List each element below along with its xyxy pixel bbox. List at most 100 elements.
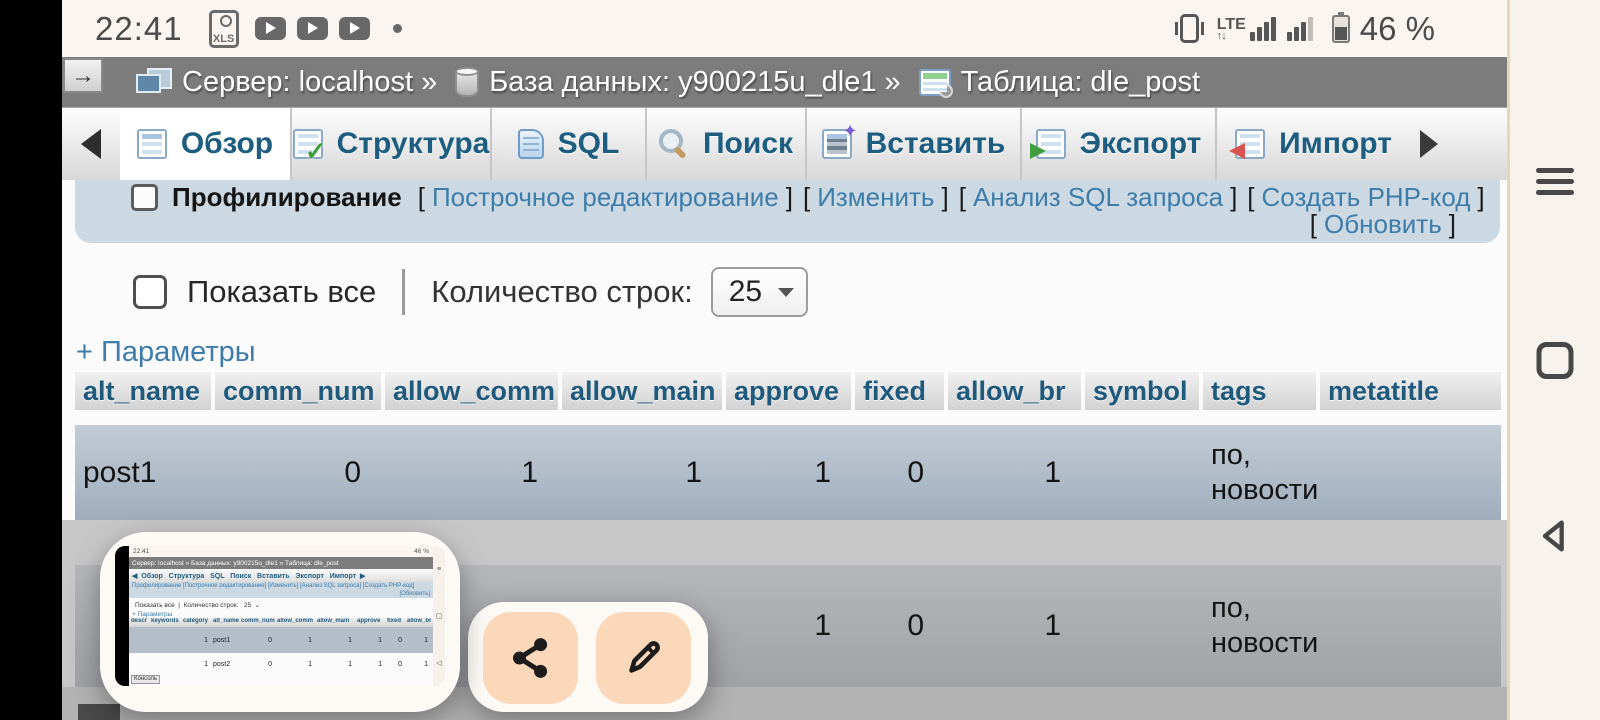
notification-dot — [393, 24, 402, 33]
column-header-allow_comm[interactable]: allow_comm — [385, 372, 558, 410]
database-icon — [455, 67, 479, 97]
youtube-icon — [297, 17, 328, 40]
clock: 22:41 — [95, 10, 183, 48]
rows-count-label: Количество строк: — [431, 274, 692, 310]
breadcrumb-link[interactable]: Сервер: localhost — [182, 66, 413, 99]
cell-approve: 1 — [726, 456, 851, 490]
cell-allow_br: 1 — [948, 609, 1081, 643]
cell-fixed: 0 — [855, 609, 944, 643]
column-header-alt_name[interactable]: alt_name — [75, 372, 211, 410]
edit-button[interactable] — [596, 612, 691, 704]
action-link[interactable]: Обновить — [1324, 209, 1442, 240]
recents-icon[interactable] — [1537, 342, 1574, 379]
bracket: ] — [1477, 182, 1484, 212]
breadcrumb-link[interactable]: Таблица: dle_post — [961, 66, 1200, 99]
youtube-icon — [339, 17, 370, 40]
mini-table-row: 1post2011101 — [129, 653, 433, 675]
tab-browse[interactable]: Обзор — [120, 108, 290, 180]
mini-android-nav: ≡▢◁ — [433, 546, 445, 686]
tab-label: Импорт — [1279, 127, 1392, 161]
bracket: [ — [803, 182, 810, 212]
table-header-row: alt_namecomm_numallow_commallow_mainappr… — [75, 372, 1501, 410]
cell-fixed: 0 — [855, 456, 944, 490]
actions-line: Профилирование [ Построчное редактировани… — [131, 180, 1485, 214]
menu-icon[interactable] — [1536, 162, 1574, 201]
column-header-comm_num[interactable]: comm_num — [215, 372, 381, 410]
breadcrumb: → Сервер: localhost »База данных: y900215… — [62, 57, 1507, 107]
column-header-fixed[interactable]: fixed — [855, 372, 944, 410]
vibrate-icon — [1180, 14, 1199, 43]
mini-table-row: 1post1011101 — [129, 627, 433, 653]
table-row: post1011101по, новости — [75, 425, 1501, 520]
rows-count-select[interactable]: 25 — [711, 267, 808, 317]
mini-camera-cutout — [115, 546, 129, 686]
scroll-tabs-left-icon[interactable] — [62, 108, 120, 180]
mini-cell: 1 — [181, 637, 211, 644]
mini-cell: 1 — [275, 661, 315, 668]
mini-cell: 1 — [405, 661, 431, 668]
column-header-symbol[interactable]: symbol — [1085, 372, 1199, 410]
tab-import[interactable]: Импорт — [1215, 108, 1410, 180]
mini-status-bar: 22:41 46 % — [129, 546, 433, 557]
mini-results-controls: Показать все | Количество строк: 25 ⌄ — [129, 598, 433, 611]
column-header-allow_br[interactable]: allow_br — [948, 372, 1081, 410]
action-link[interactable]: Изменить — [817, 182, 934, 212]
phone-screen: 22:41 XLS LTE↑↓ 46 % → Сервер: localhost… — [0, 0, 1600, 720]
screenshot-thumbnail[interactable]: 22:41 46 % Сервер: localhost » База данн… — [115, 546, 445, 686]
mini-column-header: fixed — [385, 618, 405, 627]
mini-table-header: descrkeywordscategoryalt_namecomm_numall… — [129, 618, 433, 627]
structure-icon — [293, 129, 323, 159]
panel-toggle-button[interactable]: → — [63, 58, 103, 93]
mini-column-header: allow_br — [405, 618, 431, 627]
mini-cell: 1 — [315, 661, 355, 668]
browse-icon — [137, 129, 167, 159]
mini-column-header: approve — [355, 618, 385, 627]
mini-cell: 1 — [181, 661, 211, 668]
cell-alt_name: post1 — [75, 456, 211, 490]
action-link[interactable]: Построчное редактирование — [432, 182, 779, 212]
bracket: ] — [1449, 209, 1456, 240]
mini-cell: 0 — [239, 661, 275, 668]
mini-actions-line: Профилирование [Построчное редактировани… — [132, 582, 430, 590]
scroll-tabs-right-icon[interactable] — [1420, 130, 1438, 158]
cell-allow_br: 1 — [948, 456, 1081, 490]
xls-file-notification-icon: XLS — [209, 10, 239, 48]
tab-bar: Обзор Структура SQL ПоискВставить Экспорт Имп… — [62, 107, 1507, 180]
tab-export[interactable]: Экспорт — [1020, 108, 1215, 180]
mini-cell: post1 — [211, 637, 239, 644]
android-nav-bar — [1507, 0, 1600, 720]
column-header-approve[interactable]: approve — [726, 372, 851, 410]
tab-sql[interactable]: SQL — [490, 108, 645, 180]
options-toggle-link[interactable]: + Параметры — [76, 336, 256, 369]
tab-insert[interactable]: Вставить — [805, 108, 1020, 180]
column-header-metatitle[interactable]: metatitle — [1320, 372, 1501, 410]
tab-search[interactable]: Поиск — [645, 108, 805, 180]
profiling-checkbox[interactable] — [131, 184, 158, 211]
breadcrumb-separator: » — [884, 66, 900, 99]
tab-list: Обзор Структура SQL ПоискВставить Экспорт Имп… — [120, 108, 1410, 180]
mini-cell: 0 — [385, 661, 405, 668]
mini-refresh-line: [Обновить] — [132, 590, 430, 598]
tab-label: Экспорт — [1080, 127, 1202, 161]
profiling-label: Профилирование — [172, 182, 402, 213]
action-link[interactable]: Анализ SQL запроса — [973, 182, 1223, 212]
tab-label: Структура — [337, 127, 490, 161]
tab-structure[interactable]: Структура — [290, 108, 490, 180]
mini-clock: 22:41 — [133, 548, 149, 555]
xls-badge-label: XLS — [212, 33, 236, 45]
mini-column-header: descr — [129, 618, 149, 627]
breadcrumb-link[interactable]: База данных: y900215u_dle1 — [489, 66, 876, 99]
mini-cell: 1 — [355, 637, 385, 644]
pencil-icon — [621, 635, 667, 681]
show-all-checkbox[interactable] — [133, 275, 167, 309]
back-icon[interactable] — [1535, 516, 1575, 556]
console-button-remnant — [78, 704, 120, 720]
mini-cell: 0 — [239, 637, 275, 644]
bracket: [ — [1310, 209, 1317, 240]
column-header-allow_main[interactable]: allow_main — [562, 372, 722, 410]
battery-percent: 46 % — [1360, 10, 1435, 48]
share-button[interactable] — [483, 612, 578, 704]
column-header-tags[interactable]: tags — [1203, 372, 1316, 410]
cell-tags: по, новости — [1203, 438, 1316, 508]
tab-label: SQL — [558, 127, 620, 161]
